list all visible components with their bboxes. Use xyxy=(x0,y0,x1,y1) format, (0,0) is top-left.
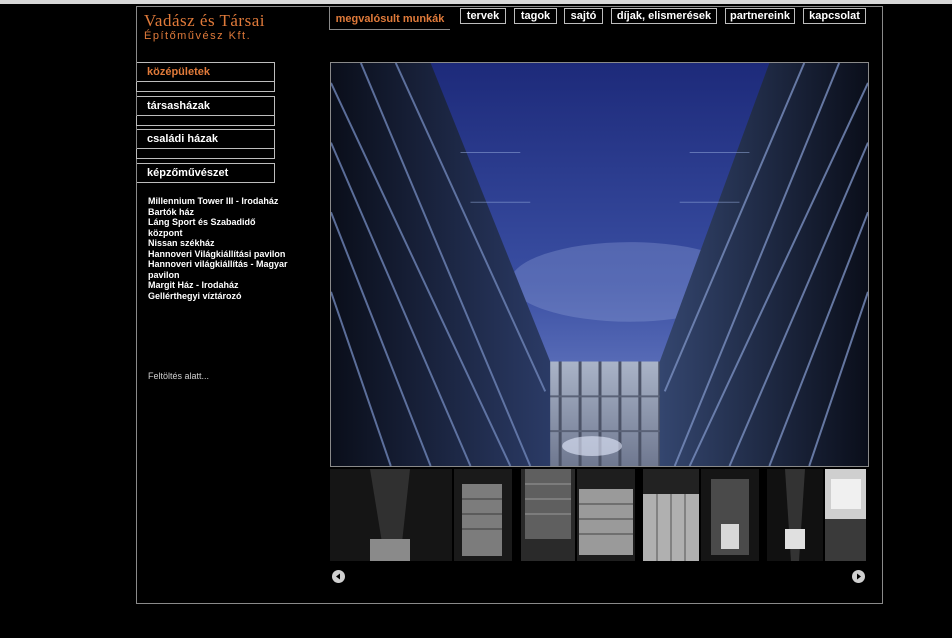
thumbnails-prev-button[interactable] xyxy=(332,570,345,583)
thumbnail[interactable] xyxy=(825,469,866,561)
project-link[interactable]: Nissan székház xyxy=(148,238,288,249)
company-logo[interactable]: Vadász és Társai Építőművész Kft. xyxy=(144,11,284,42)
category-csaladi-hazak[interactable]: családi házak xyxy=(137,129,275,149)
arrow-right-circle-icon xyxy=(857,573,861,580)
thumbnails-next-button[interactable] xyxy=(852,570,865,583)
project-link[interactable]: Gellérthegyi víztározó xyxy=(148,291,288,302)
thumbnail[interactable] xyxy=(701,469,759,561)
category-tarsashazak[interactable]: társasházak xyxy=(137,96,275,116)
nav-tab-tagok[interactable]: tagok xyxy=(514,8,557,24)
loading-status: Feltöltés alatt... xyxy=(148,371,210,381)
category-tarsashazak-stub xyxy=(136,116,275,126)
project-link[interactable]: Hannoveri Világkiállítási pavilon xyxy=(148,249,288,260)
nav-tab-megvalosult-munkak[interactable]: megvalósult munkák xyxy=(330,9,450,30)
arrow-left-circle-icon xyxy=(336,573,340,580)
logo-company-type: Építőművész Kft. xyxy=(144,30,252,42)
building-photo-image xyxy=(331,63,868,466)
project-link[interactable]: Hannoveri világkiállítás - Magyar pavilo… xyxy=(148,259,288,280)
thumbnail[interactable] xyxy=(521,469,575,561)
logo-company-name: Vadász és Társai xyxy=(144,11,265,30)
category-kozepuletek[interactable]: középületek xyxy=(137,62,275,82)
project-link[interactable]: Millennium Tower III - Irodaház xyxy=(148,196,288,207)
nav-tab-tervek[interactable]: tervek xyxy=(460,8,506,24)
nav-tab-sajto[interactable]: sajtó xyxy=(564,8,603,24)
category-csaladi-hazak-stub xyxy=(136,149,275,159)
thumbnail[interactable] xyxy=(767,469,823,561)
category-kepzomuveszet[interactable]: képzőművészet xyxy=(137,163,275,183)
project-link[interactable]: Bartók ház xyxy=(148,207,288,218)
project-list: Millennium Tower III - Irodaház Bartók h… xyxy=(148,196,288,301)
thumbnail-strip xyxy=(330,469,866,561)
category-kozepuletek-stub xyxy=(136,82,275,92)
thumbnail[interactable] xyxy=(454,469,512,561)
project-link[interactable]: Láng Sport és Szabadidő központ xyxy=(148,217,288,238)
thumbnail[interactable] xyxy=(577,469,635,561)
project-link[interactable]: Margit Ház - Irodaház xyxy=(148,280,288,291)
main-photo xyxy=(330,62,869,467)
thumbnail[interactable] xyxy=(330,469,452,561)
thumbnail[interactable] xyxy=(643,469,699,561)
nav-tab-partnereink[interactable]: partnereink xyxy=(725,8,795,24)
nav-tab-dijak[interactable]: díjak, elismerések xyxy=(611,8,717,24)
browser-top-edge xyxy=(0,0,952,4)
nav-tab-kapcsolat[interactable]: kapcsolat xyxy=(803,8,866,24)
